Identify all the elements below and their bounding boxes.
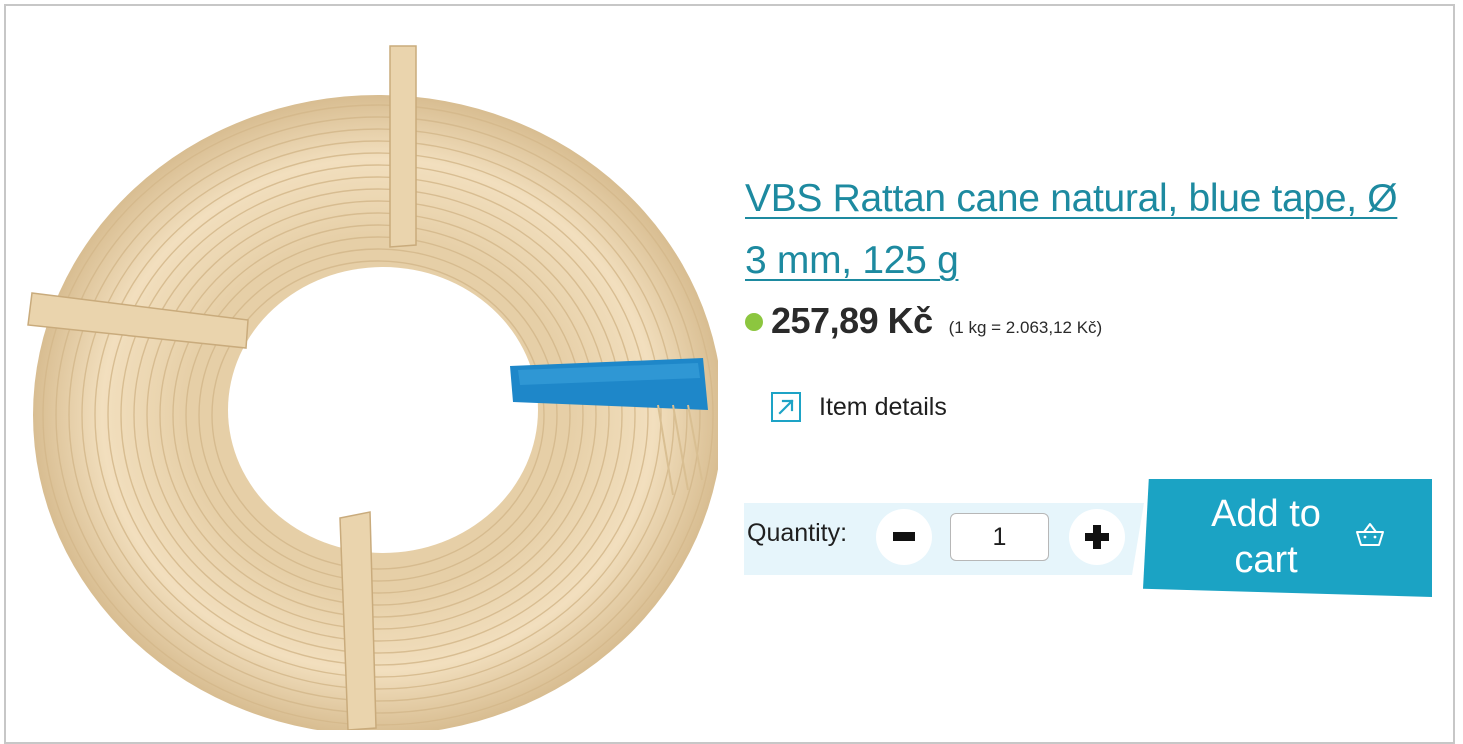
basket-icon xyxy=(1356,523,1384,546)
quantity-label: Quantity: xyxy=(747,519,848,547)
minus-icon xyxy=(893,532,915,541)
quantity-input[interactable] xyxy=(950,513,1049,561)
decrease-quantity-button[interactable] xyxy=(876,509,932,565)
availability-dot xyxy=(745,313,763,331)
product-image xyxy=(27,45,718,730)
increase-quantity-button[interactable] xyxy=(1069,509,1125,565)
item-details-link[interactable]: Item details xyxy=(771,392,947,422)
product-price: 257,89 Kč xyxy=(771,300,933,341)
add-to-cart-label: Add to cart xyxy=(1211,493,1321,581)
price-row: 257,89 Kč (1 kg = 2.063,12 Kč) xyxy=(745,300,1102,342)
product-info: VBS Rattan cane natural, blue tape, Ø 3 … xyxy=(745,168,1435,292)
plus-icon xyxy=(1085,525,1109,549)
arrow-up-right-icon xyxy=(771,392,801,422)
product-title-link[interactable]: VBS Rattan cane natural, blue tape, Ø 3 … xyxy=(745,168,1425,292)
unit-price: (1 kg = 2.063,12 Kč) xyxy=(948,318,1103,337)
item-details-label: Item details xyxy=(819,392,947,421)
add-to-cart-button[interactable]: Add to cart xyxy=(1143,479,1432,597)
